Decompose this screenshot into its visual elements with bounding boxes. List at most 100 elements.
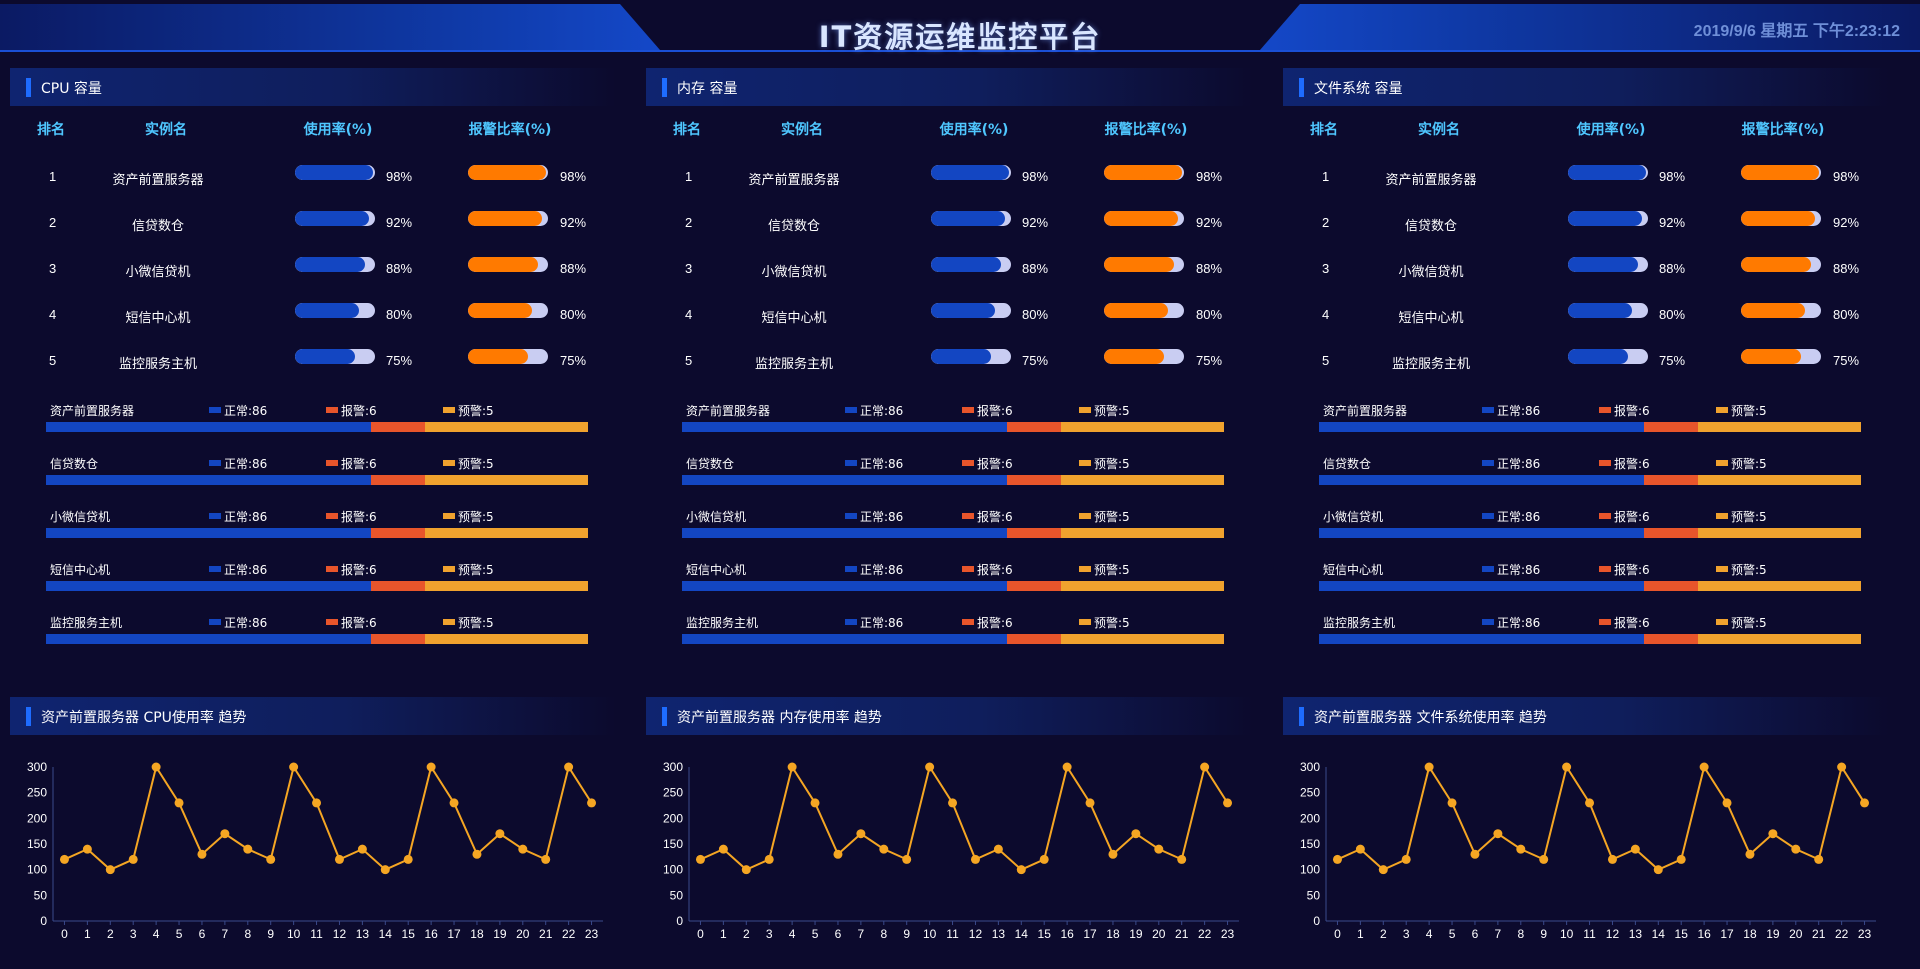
legend-swatch-warn (1599, 566, 1611, 572)
column-header-rank: 排名 (673, 122, 701, 138)
status-segment-normal (1319, 422, 1645, 432)
panel-header: 文件系统 容量 (1283, 68, 1889, 106)
legend-swatch-pre (1716, 460, 1728, 466)
series-line (700, 764, 1229, 871)
legend-label-warn: 报警:6 (1614, 510, 1650, 524)
data-point (1676, 854, 1686, 864)
legend-normal: 正常:86 (845, 614, 903, 631)
alarm-progress-fill (468, 165, 547, 180)
usage-percent: 92% (386, 215, 413, 230)
legend-label-pre: 预警:5 (458, 510, 494, 524)
legend-normal: 正常:86 (1482, 402, 1540, 419)
status-stacked-bar (682, 528, 1224, 538)
legend-pre: 预警:5 (443, 402, 494, 419)
usage-percent: 98% (1022, 169, 1049, 184)
instance-name: 短信中心机 (761, 311, 827, 326)
data-point (472, 849, 482, 859)
rank-row: 3 小微信贷机 88% 88% (10, 257, 616, 281)
legend-swatch-warn (962, 619, 974, 625)
data-point (128, 854, 138, 864)
legend-label-normal: 正常:86 (224, 510, 268, 524)
trend-panel: 资产前置服务器 文件系统使用率 趋势 0 50 100 150 200 250 300 0 1 2 3… (1283, 697, 1889, 969)
legend-warn: 报警:6 (962, 455, 1013, 472)
alarm-progress-bar (468, 257, 548, 272)
rank-number: 3 (1322, 261, 1330, 276)
legend-swatch-pre (443, 566, 455, 572)
legend-label-pre: 预警:5 (1731, 563, 1767, 577)
data-point (334, 854, 344, 864)
legend-swatch-pre (1079, 407, 1091, 413)
alarm-percent: 75% (1196, 353, 1223, 368)
status-segment-pre (1698, 581, 1861, 591)
data-point (541, 854, 551, 864)
alarm-percent: 80% (1196, 307, 1223, 322)
legend-swatch-warn (962, 566, 974, 572)
alarm-progress-fill (1104, 165, 1183, 180)
usage-progress-bar (295, 303, 375, 318)
rank-number: 3 (685, 261, 693, 276)
panel-title: 内存 容量 (677, 81, 738, 97)
legend-warn: 报警:6 (1599, 561, 1650, 578)
capacity-panel: CPU 容量 排名 实例名 使用率(%) 报警比率(%) 1 资产前置服务器 98% 98% 2 信… (10, 68, 616, 668)
data-point (993, 844, 1003, 854)
y-tick-label: 250 (663, 786, 683, 800)
x-tick-label: 5 (812, 927, 819, 941)
usage-progress-fill (931, 165, 1010, 180)
legend-warn: 报警:6 (1599, 455, 1650, 472)
data-point (518, 844, 528, 854)
status-stacked-bar (1319, 528, 1861, 538)
legend-pre: 预警:5 (1716, 508, 1767, 525)
rank-row: 2 信贷数仓 92% 92% (646, 211, 1252, 235)
alarm-progress-bar (1741, 211, 1821, 226)
legend-normal: 正常:86 (209, 508, 267, 525)
panel-header-marker (662, 78, 667, 97)
capacity-panel: 文件系统 容量 排名 实例名 使用率(%) 报警比率(%) 1 资产前置服务器 98% 98% 2… (1283, 68, 1889, 668)
usage-percent: 88% (386, 261, 413, 276)
rank-row: 1 资产前置服务器 98% 98% (1283, 165, 1889, 189)
x-tick-label: 23 (1221, 927, 1235, 941)
status-segment-warn (1644, 475, 1699, 485)
usage-progress-fill (295, 211, 369, 226)
legend-warn: 报警:6 (1599, 614, 1650, 631)
usage-progress-fill (1568, 349, 1628, 364)
trend-title: 资产前置服务器 CPU使用率 趋势 (41, 710, 247, 726)
legend-normal: 正常:86 (1482, 561, 1540, 578)
status-segment-warn (371, 528, 426, 538)
legend-label-normal: 正常:86 (224, 457, 268, 471)
status-row: 信贷数仓 正常:86 报警:6 预警:5 (1283, 455, 1889, 495)
data-point (564, 762, 574, 772)
x-tick-label: 4 (153, 927, 160, 941)
legend-label-pre: 预警:5 (1094, 616, 1130, 630)
x-tick-label: 12 (969, 927, 983, 941)
usage-percent: 98% (386, 169, 413, 184)
alarm-percent: 92% (560, 215, 587, 230)
data-point (879, 844, 889, 854)
x-tick-label: 16 (424, 927, 438, 941)
rank-number: 4 (1322, 307, 1330, 322)
x-tick-label: 2 (743, 927, 750, 941)
data-point (695, 854, 705, 864)
x-tick-label: 9 (903, 927, 910, 941)
instance-name: 资产前置服务器 (1385, 173, 1477, 188)
usage-progress-fill (295, 257, 366, 272)
status-row: 资产前置服务器 正常:86 报警:6 预警:5 (10, 402, 616, 442)
x-tick-label: 15 (1675, 927, 1689, 941)
usage-progress-fill (931, 257, 1002, 272)
rank-row: 2 信贷数仓 92% 92% (10, 211, 616, 235)
legend-swatch-pre (1079, 566, 1091, 572)
x-tick-label: 13 (992, 927, 1006, 941)
usage-percent: 92% (1022, 215, 1049, 230)
data-point (357, 844, 367, 854)
data-point (1332, 854, 1342, 864)
y-tick-label: 0 (1313, 914, 1320, 928)
alarm-percent: 88% (1196, 261, 1223, 276)
alarm-progress-bar (1104, 303, 1184, 318)
alarm-percent: 80% (560, 307, 587, 322)
legend-normal: 正常:86 (1482, 614, 1540, 631)
legend-warn: 报警:6 (326, 614, 377, 631)
trend-line-chart: 0501001502002503000 1 2 3 4 5 6 7 8 9 10 11 12 13 14 15… (1300, 760, 1876, 941)
alarm-progress-fill (468, 349, 528, 364)
x-tick-label: 3 (766, 927, 773, 941)
x-tick-label: 12 (333, 927, 347, 941)
data-point (426, 762, 436, 772)
